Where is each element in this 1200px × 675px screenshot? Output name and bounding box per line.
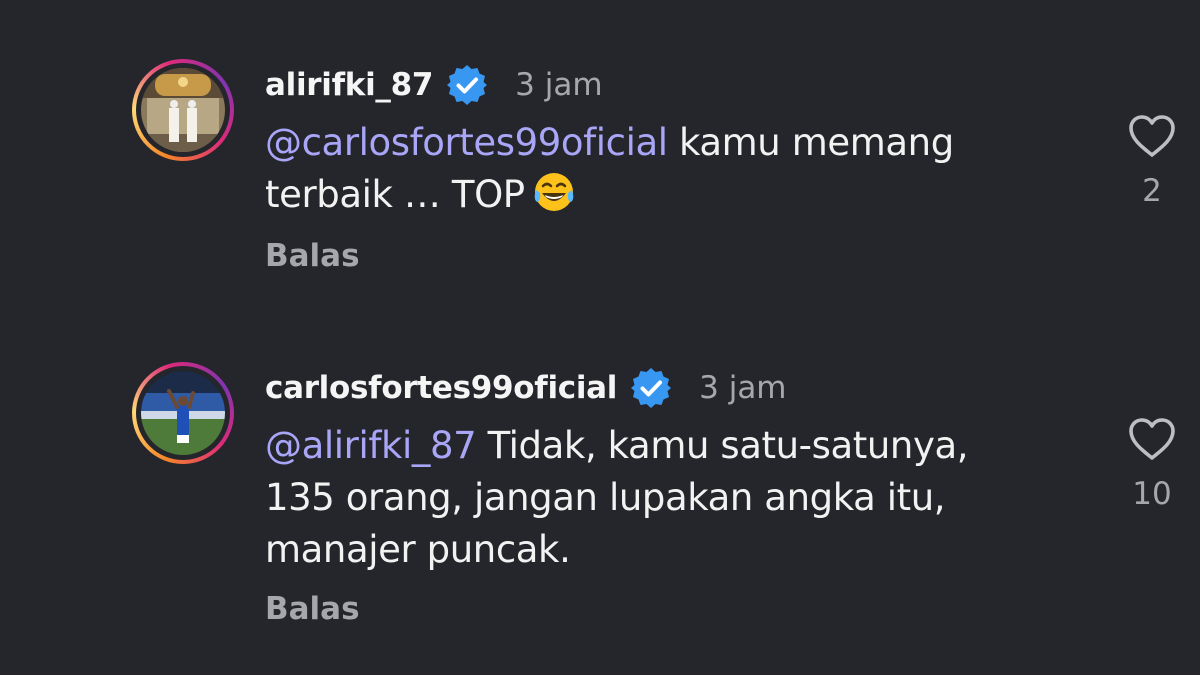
avatar[interactable] xyxy=(132,59,234,161)
face-with-tears-of-joy-icon xyxy=(534,173,574,211)
comment-text: @alirifki_87 Tidak, kamu satu-satunya, 1… xyxy=(265,420,1045,576)
heart-outline-icon[interactable] xyxy=(1127,113,1177,159)
verified-badge-icon xyxy=(447,65,488,105)
comment-text-line: kamu memang xyxy=(667,121,954,164)
username[interactable]: alirifki_87 xyxy=(265,67,433,103)
like-count: 10 xyxy=(1132,476,1172,512)
comment-text-line: manajer puncak. xyxy=(265,528,571,571)
heart-outline-icon[interactable] xyxy=(1127,416,1177,462)
mention-link[interactable]: @carlosfortes99oficial xyxy=(265,121,668,164)
timestamp: 3 jam xyxy=(699,370,787,406)
username[interactable]: carlosfortes99oficial xyxy=(265,370,617,406)
reply-button[interactable]: Balas xyxy=(265,591,360,627)
like-control: 10 xyxy=(1124,416,1180,512)
comment-text: @carlosfortes99oficial kamu memang terba… xyxy=(265,117,1045,221)
verified-badge-icon xyxy=(631,368,672,408)
comment-text-line: Tidak, kamu satu-satunya, xyxy=(476,424,969,467)
like-control: 2 xyxy=(1124,113,1180,209)
timestamp: 3 jam xyxy=(515,67,603,103)
avatar[interactable] xyxy=(132,362,234,464)
comment-text-line: terbaik … TOP xyxy=(265,173,525,216)
like-count: 2 xyxy=(1142,173,1162,209)
mention-link[interactable]: @alirifki_87 xyxy=(265,424,477,467)
reply-button[interactable]: Balas xyxy=(265,238,360,274)
comment-text-line: 135 orang, jangan lupakan angka itu, xyxy=(265,476,946,519)
